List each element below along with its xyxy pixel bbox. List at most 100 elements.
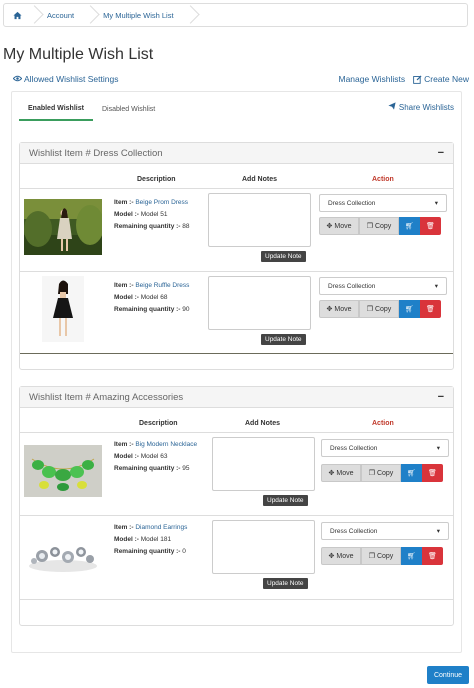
item-description: Item :- Beige Prom Dress Model :- Model … [114, 199, 190, 230]
item-link[interactable]: Beige Prom Dress [135, 199, 188, 206]
collapse-toggle[interactable]: − [438, 391, 444, 403]
delete-button[interactable]: 🗑︎ [420, 300, 441, 318]
action-buttons: ✥ Move ❐ Copy 🛒︎ 🗑︎ [321, 547, 443, 565]
note-textarea[interactable] [212, 520, 315, 574]
arrows-icon: ✥ [328, 553, 335, 560]
collapse-toggle[interactable]: − [438, 147, 444, 159]
wishlist-panel-dress-collection: Wishlist Item # Dress Collection − Descr… [19, 142, 454, 370]
wishlist-row: Item :- Beige Ruffle Dress Model :- Mode… [20, 272, 453, 354]
panel-title: Wishlist Item # Dress Collection [29, 147, 163, 159]
update-note-button[interactable]: Update Note [261, 334, 306, 345]
cart-button[interactable]: 🛒︎ [401, 464, 422, 482]
arrows-icon: ✥ [326, 306, 333, 313]
wishlist-select[interactable]: Dress Collection ▾ [319, 194, 447, 212]
move-button[interactable]: ✥ Move [319, 217, 359, 235]
item-link[interactable]: Beige Ruffle Dress [135, 282, 189, 289]
wishlist-row: Item :- Big Modern Necklace Model :- Mod… [20, 433, 453, 515]
trash-icon: 🗑︎ [428, 553, 437, 560]
breadcrumb: Account My Multiple Wish List [3, 3, 468, 27]
copy-icon: ❐ [366, 306, 373, 313]
update-note-button[interactable]: Update Note [261, 251, 306, 262]
copy-button[interactable]: ❐ Copy [359, 217, 399, 235]
product-image-beige-ruffle-dress[interactable] [42, 276, 84, 342]
select-value: Dress Collection [328, 282, 376, 290]
product-image-beige-prom-dress[interactable] [24, 199, 104, 255]
send-icon [388, 102, 396, 112]
column-description: Description [139, 420, 178, 427]
allowed-settings-link[interactable]: Allowed Wishlist Settings [12, 74, 119, 84]
update-note-button[interactable]: Update Note [263, 578, 308, 589]
qty-value: 88 [182, 223, 190, 230]
row-divider [20, 599, 453, 600]
update-note-button[interactable]: Update Note [263, 495, 308, 506]
allowed-settings-label: Allowed Wishlist Settings [24, 74, 119, 84]
caret-down-icon: ▾ [436, 528, 440, 535]
copy-icon: ❐ [366, 223, 373, 230]
select-value: Dress Collection [328, 199, 376, 207]
product-image-big-modern-necklace[interactable] [24, 445, 102, 497]
delete-button[interactable]: 🗑︎ [422, 464, 443, 482]
item-link[interactable]: Diamond Earrings [135, 524, 187, 531]
home-icon[interactable] [13, 11, 22, 20]
share-wishlists-label: Share Wishlists [398, 102, 454, 112]
cart-button[interactable]: 🛒︎ [399, 217, 420, 235]
product-image-diamond-earrings[interactable] [24, 530, 102, 576]
wishlist-select[interactable]: Dress Collection ▾ [321, 439, 449, 457]
copy-button[interactable]: ❐ Copy [359, 300, 399, 318]
manage-wishlists-link[interactable]: Manage Wishlists [339, 74, 406, 84]
model-value: Model 68 [140, 294, 168, 301]
note-textarea[interactable] [208, 276, 311, 330]
tab-enabled-wishlist[interactable]: Enabled Wishlist [19, 98, 93, 121]
panel-header[interactable]: Wishlist Item # Amazing Accessories − [20, 387, 453, 408]
model-value: Model 63 [140, 453, 168, 460]
column-notes: Add Notes [245, 420, 280, 427]
cart-icon: 🛒︎ [405, 306, 414, 313]
note-textarea[interactable] [208, 193, 311, 247]
cart-icon: 🛒︎ [407, 553, 416, 560]
copy-button[interactable]: ❐ Copy [361, 464, 401, 482]
cart-icon: 🛒︎ [407, 470, 416, 477]
panel-header[interactable]: Wishlist Item # Dress Collection − [20, 143, 453, 164]
select-value: Dress Collection [330, 444, 378, 452]
cart-button[interactable]: 🛒︎ [401, 547, 422, 565]
model-value: Model 181 [140, 536, 172, 543]
delete-button[interactable]: 🗑︎ [422, 547, 443, 565]
model-value: Model 51 [140, 211, 168, 218]
column-notes: Add Notes [242, 176, 277, 183]
note-textarea[interactable] [212, 437, 315, 491]
create-new-label: Create New [424, 74, 469, 84]
item-description: Item :- Beige Ruffle Dress Model :- Mode… [114, 282, 190, 313]
eye-icon [12, 74, 23, 84]
arrows-icon: ✥ [326, 223, 333, 230]
trash-icon: 🗑︎ [428, 470, 437, 477]
edit-icon [413, 74, 422, 84]
delete-button[interactable]: 🗑︎ [420, 217, 441, 235]
wishlist-select[interactable]: Dress Collection ▾ [321, 522, 449, 540]
qty-value: 0 [182, 548, 186, 555]
item-link[interactable]: Big Modern Necklace [135, 441, 197, 448]
move-button[interactable]: ✥ Move [321, 547, 361, 565]
continue-button[interactable]: Continue [427, 666, 469, 684]
tab-disabled-wishlist[interactable]: Disabled Wishlist [93, 98, 164, 121]
move-button[interactable]: ✥ Move [321, 464, 361, 482]
breadcrumb-account[interactable]: Account [47, 11, 74, 20]
column-action: Action [372, 176, 394, 183]
wishlist-row: Item :- Diamond Earrings Model :- Model … [20, 516, 453, 598]
qty-value: 90 [182, 306, 190, 313]
column-description: Description [137, 176, 176, 183]
wishlist-select[interactable]: Dress Collection ▾ [319, 277, 447, 295]
copy-button[interactable]: ❐ Copy [361, 547, 401, 565]
cart-button[interactable]: 🛒︎ [399, 300, 420, 318]
action-buttons: ✥ Move ❐ Copy 🛒︎ 🗑︎ [319, 217, 441, 235]
create-new-link[interactable]: Create New [413, 74, 469, 84]
share-wishlists-link[interactable]: Share Wishlists [388, 102, 454, 112]
action-buttons: ✥ Move ❐ Copy 🛒︎ 🗑︎ [319, 300, 441, 318]
panel-title: Wishlist Item # Amazing Accessories [29, 391, 184, 403]
move-button[interactable]: ✥ Move [319, 300, 359, 318]
select-value: Dress Collection [330, 527, 378, 535]
panel-divider [20, 353, 453, 354]
trash-icon: 🗑︎ [426, 223, 435, 230]
cart-icon: 🛒︎ [405, 223, 414, 230]
wishlist-tabs: Enabled Wishlist Disabled Wishlist Share… [19, 98, 454, 121]
breadcrumb-wishlist[interactable]: My Multiple Wish List [103, 11, 173, 20]
